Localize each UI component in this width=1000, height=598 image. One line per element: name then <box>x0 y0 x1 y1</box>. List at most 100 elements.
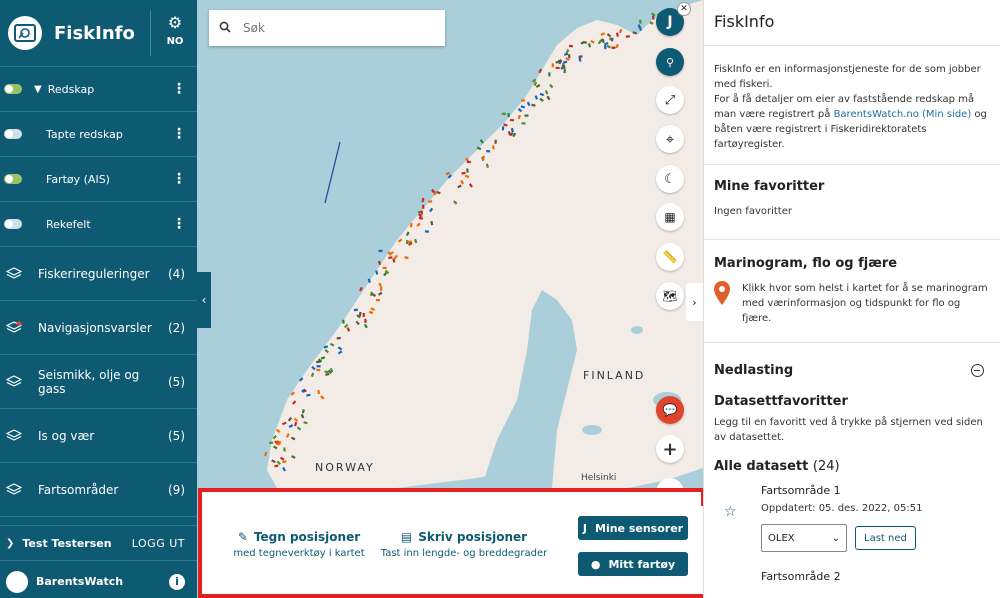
layer-label: Tapte redskap <box>46 127 123 141</box>
layer-toggle-redskap[interactable] <box>4 84 22 94</box>
download-heading: Nedlasting <box>714 363 794 378</box>
vessel-marker[interactable] <box>466 160 471 164</box>
vessel-marker[interactable] <box>359 286 363 292</box>
info-icon[interactable]: i <box>169 573 185 590</box>
vessel-marker[interactable] <box>555 66 560 70</box>
vessel-marker[interactable] <box>445 171 451 176</box>
vessel-marker[interactable] <box>603 45 607 50</box>
layer-menu-icon[interactable]: ⋮ <box>169 216 189 232</box>
category-is-og-vaer[interactable]: Is og vær (5) <box>0 409 197 463</box>
chevron-right-icon[interactable]: ❯ <box>6 538 14 549</box>
category-count: (2) <box>168 320 185 335</box>
close-icon[interactable]: ✕ <box>677 2 691 16</box>
vessel-marker[interactable] <box>548 72 551 77</box>
download-button[interactable]: Last ned <box>855 526 916 550</box>
vessel-marker[interactable] <box>421 197 425 203</box>
star-icon[interactable]: ☆ <box>724 504 737 520</box>
scandinavia-land <box>267 0 703 488</box>
vessel-marker[interactable] <box>521 122 526 125</box>
user-name[interactable]: Test Testersen <box>22 537 131 550</box>
layer-label: Fartøy (AIS) <box>46 172 110 186</box>
vessel-marker[interactable] <box>269 441 274 445</box>
map-layers-button[interactable]: ▦ <box>656 203 684 231</box>
vessel-marker[interactable] <box>479 139 484 144</box>
vessel-marker[interactable] <box>524 114 529 117</box>
layer-menu-icon[interactable]: ⋮ <box>169 81 189 97</box>
vessel-marker[interactable] <box>494 139 497 144</box>
vessel-marker[interactable] <box>364 318 367 323</box>
vessel-marker[interactable] <box>264 451 268 457</box>
vessel-marker[interactable] <box>422 204 425 209</box>
fullscreen-button[interactable]: ⤢ <box>656 86 684 114</box>
draw-positions-action[interactable]: ✎ Tegn posisjoner med tegneverktøy i kart… <box>230 530 368 559</box>
my-vessel-button[interactable]: ● Mitt fartøy <box>578 552 688 576</box>
write-positions-action[interactable]: ▤ Skriv posisjoner Tast inn lengde- og br… <box>376 530 552 559</box>
all-datasets-count: (24) <box>812 459 840 474</box>
route-tool-button[interactable]: ⚲ <box>656 48 684 76</box>
format-select[interactable]: OLEX ⌄ <box>761 524 847 552</box>
layer-menu-icon[interactable]: ⋮ <box>169 171 189 187</box>
vessel-marker[interactable] <box>563 68 566 74</box>
vessel-marker[interactable] <box>316 365 321 368</box>
barentswatch-label[interactable]: BarentsWatch <box>36 575 169 588</box>
vessel-marker[interactable] <box>507 113 510 118</box>
search-icon <box>219 21 231 36</box>
vessel-marker[interactable] <box>567 54 571 59</box>
vessel-marker[interactable] <box>382 266 387 269</box>
layer-row-fartoy: Fartøy (AIS) ⋮ <box>0 157 197 202</box>
vessel-marker[interactable] <box>551 63 554 68</box>
barentswatch-link[interactable]: BarentsWatch.no (Min side) <box>834 109 972 120</box>
category-fartsomrader[interactable]: Fartsområder (9) <box>0 463 197 517</box>
vessel-marker[interactable] <box>428 200 433 203</box>
my-sensors-button[interactable]: J Mine sensorer <box>578 516 688 540</box>
layer-menu-icon[interactable]: ⋮ <box>169 126 189 142</box>
sidebar-collapse-button[interactable]: ‹ <box>197 272 211 328</box>
layer-toggle-rekefelt[interactable] <box>4 219 22 229</box>
search-input[interactable] <box>243 21 433 35</box>
download-header[interactable]: Nedlasting <box>704 343 1000 388</box>
chat-button[interactable]: 💬 <box>656 396 684 424</box>
night-mode-button[interactable]: ☾ <box>656 165 684 193</box>
settings-button[interactable]: ⚙ NO <box>159 14 191 48</box>
logout-button[interactable]: LOGG UT <box>132 537 185 550</box>
filter-icon[interactable]: ▼ <box>34 84 42 95</box>
dataset-item: ☆ Fartsområde 1 Oppdatert: 05. des. 2022… <box>704 474 1000 552</box>
vessel-marker[interactable] <box>568 44 574 48</box>
marinogram-row: Klikk hvor som helst i kartet for å se m… <box>714 281 990 342</box>
vessel-marker[interactable] <box>420 210 423 215</box>
fiskinfo-logo-icon[interactable] <box>8 16 42 50</box>
vessel-marker[interactable] <box>638 19 642 24</box>
vessel-marker[interactable] <box>378 249 383 253</box>
vessel-marker[interactable] <box>379 286 383 291</box>
layer-toggle-tapte-redskap[interactable] <box>4 129 22 139</box>
intro-section: FiskInfo er en informasjonstjeneste for … <box>704 46 1000 165</box>
zoom-in-button[interactable]: + <box>656 435 684 463</box>
measure-button[interactable]: 📏 <box>656 243 684 271</box>
lake <box>582 425 602 435</box>
vessel-marker[interactable] <box>353 308 358 312</box>
category-fiskerireguleringer[interactable]: Fiskerireguleringer (4) <box>0 247 197 301</box>
vessel-marker[interactable] <box>611 46 616 49</box>
category-navigasjonsvarsler[interactable]: Navigasjonsvarsler (2) <box>0 301 197 355</box>
vessel-marker[interactable] <box>336 336 341 340</box>
vessel-marker[interactable] <box>377 260 382 266</box>
vessel-marker[interactable] <box>637 24 641 29</box>
chevron-right-icon: › <box>692 295 697 309</box>
map-info-button[interactable]: 🗺 <box>656 282 684 310</box>
vessel-marker[interactable] <box>282 460 287 464</box>
collapse-minus-icon[interactable] <box>971 364 984 377</box>
category-seismikk[interactable]: Seismikk, olje og gass (5) <box>0 355 197 409</box>
vessel-marker[interactable] <box>486 149 491 153</box>
marinogram-text: Klikk hvor som helst i kartet for å se m… <box>742 283 988 324</box>
vessel-marker[interactable] <box>501 126 505 131</box>
layer-toggle-fartoy[interactable] <box>4 174 22 184</box>
vessel-marker[interactable] <box>367 278 371 283</box>
vessel-marker[interactable] <box>283 447 286 452</box>
barentswatch-logo-icon[interactable] <box>6 570 28 593</box>
right-panel-toggle[interactable]: › <box>686 283 703 321</box>
vessel-marker[interactable] <box>501 112 506 115</box>
locate-button[interactable]: ⌖ <box>656 125 684 153</box>
vessel-marker[interactable] <box>557 59 562 63</box>
vessel-marker[interactable] <box>375 298 380 302</box>
vessel-marker[interactable] <box>342 319 345 324</box>
